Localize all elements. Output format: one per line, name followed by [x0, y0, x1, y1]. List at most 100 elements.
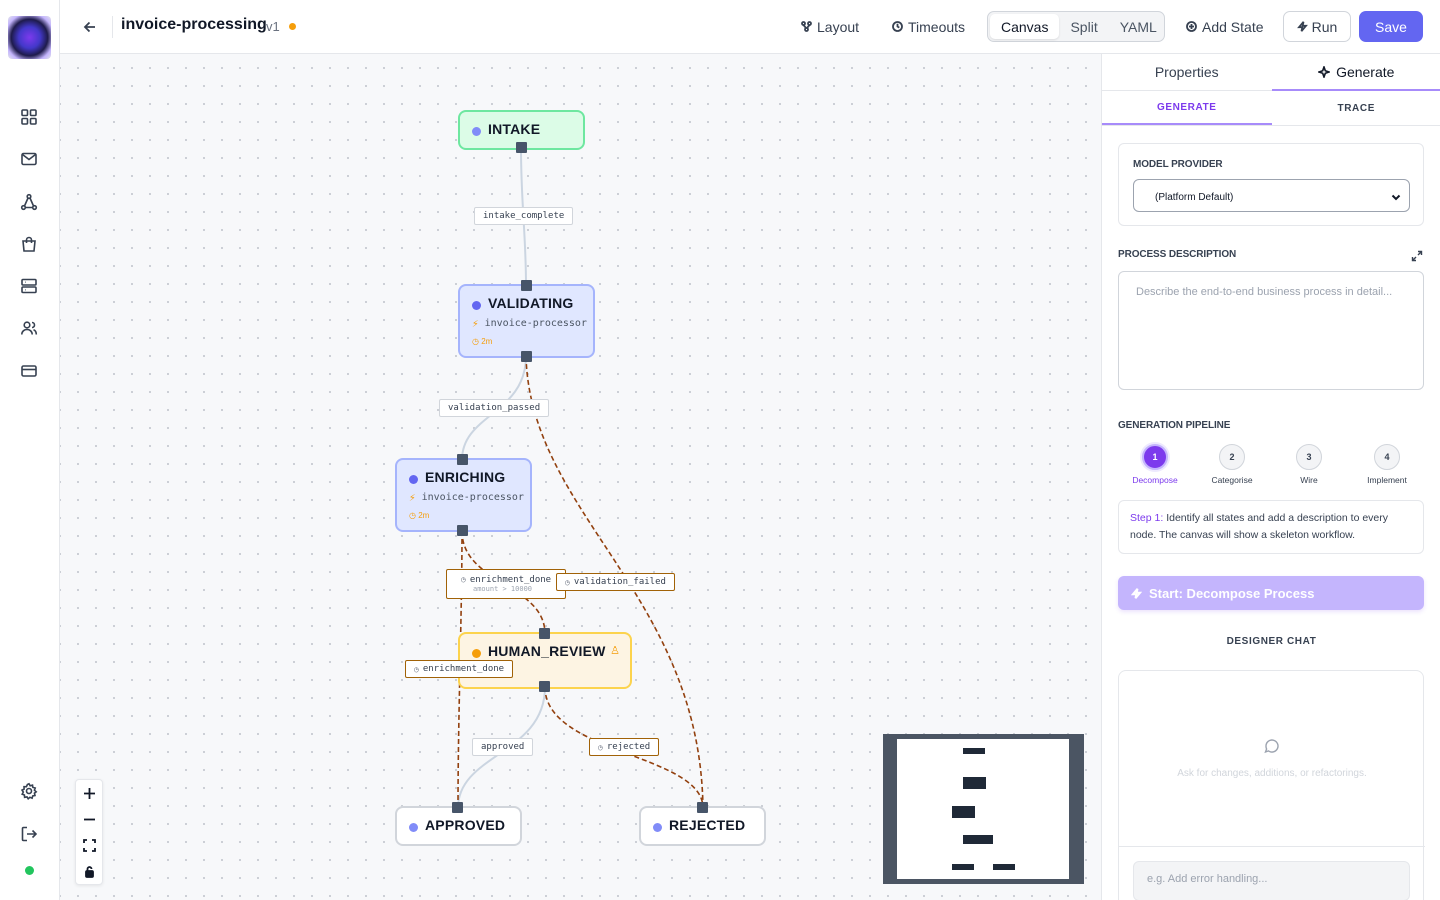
- timeout-value: 2m: [481, 337, 493, 346]
- output-handle[interactable]: [539, 681, 550, 692]
- step-label: Decompose: [1132, 475, 1178, 485]
- output-handle[interactable]: [516, 142, 527, 153]
- output-handle[interactable]: [521, 351, 532, 362]
- pipeline-step-implement[interactable]: 4 Implement: [1352, 444, 1422, 485]
- start-decompose-button[interactable]: Start: Decompose Process: [1118, 576, 1424, 610]
- run-button[interactable]: Run: [1283, 11, 1351, 42]
- chat-bubble-icon: [1263, 737, 1281, 755]
- server-icon[interactable]: [19, 276, 39, 296]
- fit-view-button[interactable]: [76, 832, 102, 858]
- output-handle[interactable]: [457, 525, 468, 536]
- workflow-version: v1: [266, 19, 280, 34]
- add-state-label: Add State: [1202, 18, 1264, 35]
- workflow-canvas[interactable]: INTAKE VALIDATING ⚡ invoice-processor ◷ 2…: [60, 54, 1101, 900]
- zoom-in-button[interactable]: [76, 780, 102, 806]
- workflow-icon[interactable]: [19, 192, 39, 212]
- clock-icon: ◷: [565, 577, 570, 587]
- grid-icon[interactable]: [19, 107, 39, 127]
- person-icon: ♙: [610, 645, 620, 657]
- step-number: 2: [1219, 444, 1245, 470]
- zoom-controls: [75, 779, 103, 885]
- state-node-validating[interactable]: VALIDATING ⚡ invoice-processor ◷ 2m: [458, 284, 595, 358]
- bag-icon[interactable]: [19, 234, 39, 254]
- edge-label-validation-passed[interactable]: validation_passed: [439, 399, 550, 417]
- step-label: Wire: [1300, 475, 1318, 485]
- state-node-enriching[interactable]: ENRICHING ⚡ invoice-processor ◷ 2m: [395, 458, 532, 532]
- state-name: APPROVED: [425, 817, 506, 833]
- card-icon[interactable]: [19, 361, 39, 381]
- expand-icon[interactable]: [1411, 249, 1423, 262]
- state-agent: ⚡ invoice-processor: [409, 491, 524, 504]
- zoom-out-button[interactable]: [76, 806, 102, 832]
- edge-label-approved[interactable]: approved: [472, 738, 534, 756]
- fit-view-icon: [82, 838, 96, 852]
- bolt-icon: ⚡: [409, 491, 416, 504]
- edge-label-enrichment-done-conditional[interactable]: ◷ enrichment_done amount > 10000: [446, 569, 567, 599]
- save-button[interactable]: Save: [1359, 11, 1423, 42]
- logout-icon[interactable]: [19, 824, 39, 844]
- plus-icon: [83, 787, 95, 799]
- model-provider-select[interactable]: (Platform Default): [1133, 179, 1410, 212]
- pipeline-step-wire[interactable]: 3 Wire: [1274, 444, 1344, 485]
- view-switcher: Canvas Split YAML: [987, 11, 1165, 42]
- workflow-name[interactable]: invoice-processing: [121, 16, 267, 34]
- state-name: ENRICHING: [425, 469, 506, 485]
- state-timeout: ◷ 2m: [472, 337, 493, 346]
- online-status-indicator: [25, 866, 34, 875]
- bolt-icon: [1131, 587, 1142, 599]
- minimap[interactable]: [883, 734, 1084, 884]
- state-timeout: ◷ 2m: [409, 511, 430, 520]
- input-handle[interactable]: [457, 454, 468, 465]
- tab-generate[interactable]: Generate: [1271, 54, 1440, 91]
- state-name: INTAKE: [488, 121, 541, 137]
- divider: [112, 16, 113, 38]
- minimap-node: [963, 777, 986, 789]
- minimap-node: [993, 864, 1015, 870]
- timeouts-button[interactable]: Timeouts: [882, 11, 975, 42]
- pipeline-step-decompose[interactable]: 1 Decompose: [1120, 444, 1190, 485]
- designer-chat-title: DESIGNER CHAT: [1226, 636, 1317, 647]
- input-handle[interactable]: [539, 628, 550, 639]
- users-icon[interactable]: [19, 318, 39, 338]
- view-canvas-tab[interactable]: Canvas: [990, 14, 1060, 39]
- clock-icon: ◷: [598, 742, 603, 752]
- minus-icon: [83, 818, 95, 820]
- edge-label-validation-failed[interactable]: ◷ validation_failed: [556, 573, 675, 591]
- unsaved-changes-dot: [289, 23, 296, 30]
- subtab-generate[interactable]: GENERATE: [1102, 91, 1272, 125]
- input-handle[interactable]: [452, 802, 463, 813]
- clock-icon: ◷: [461, 575, 466, 584]
- process-description-input[interactable]: Describe the end-to-end business process…: [1118, 271, 1424, 390]
- add-state-button[interactable]: Add State: [1176, 11, 1274, 42]
- select-value: (Platform Default): [1155, 192, 1234, 203]
- model-provider-label: MODEL PROVIDER: [1133, 159, 1223, 170]
- app-logo[interactable]: [8, 16, 51, 59]
- agent-name: invoice-processor: [484, 318, 587, 329]
- mail-icon[interactable]: [19, 149, 39, 169]
- left-rail: [0, 0, 60, 900]
- designer-chat: Ask for changes, additions, or refactori…: [1118, 670, 1425, 900]
- clock-icon: [892, 21, 903, 32]
- minimap-viewport: [897, 739, 1069, 879]
- edge-label-intake-complete[interactable]: intake_complete: [474, 207, 574, 225]
- pipeline-step-categorise[interactable]: 2 Categorise: [1197, 444, 1267, 485]
- settings-icon[interactable]: [19, 781, 39, 801]
- tab-properties[interactable]: Properties: [1102, 54, 1272, 91]
- view-yaml-tab[interactable]: YAML: [1109, 14, 1168, 39]
- chat-input[interactable]: e.g. Add error handling...: [1133, 861, 1410, 900]
- chevron-down-icon: [1391, 194, 1401, 201]
- edge-label-enrichment-done[interactable]: ◷ enrichment_done: [405, 660, 514, 678]
- divider: [1119, 846, 1425, 847]
- layout-button[interactable]: Layout: [791, 11, 869, 42]
- subtab-trace[interactable]: TRACE: [1272, 91, 1440, 125]
- edge-label-rejected[interactable]: ◷ rejected: [589, 738, 660, 756]
- step-prefix: Step 1:: [1130, 512, 1164, 524]
- minimap-node: [952, 806, 975, 818]
- lock-button[interactable]: [76, 858, 102, 884]
- view-split-tab[interactable]: Split: [1059, 14, 1108, 39]
- input-handle[interactable]: [697, 802, 708, 813]
- minimap-node: [963, 835, 993, 844]
- back-button[interactable]: [80, 17, 100, 37]
- timeout-value: 2m: [418, 511, 430, 520]
- input-handle[interactable]: [521, 280, 532, 291]
